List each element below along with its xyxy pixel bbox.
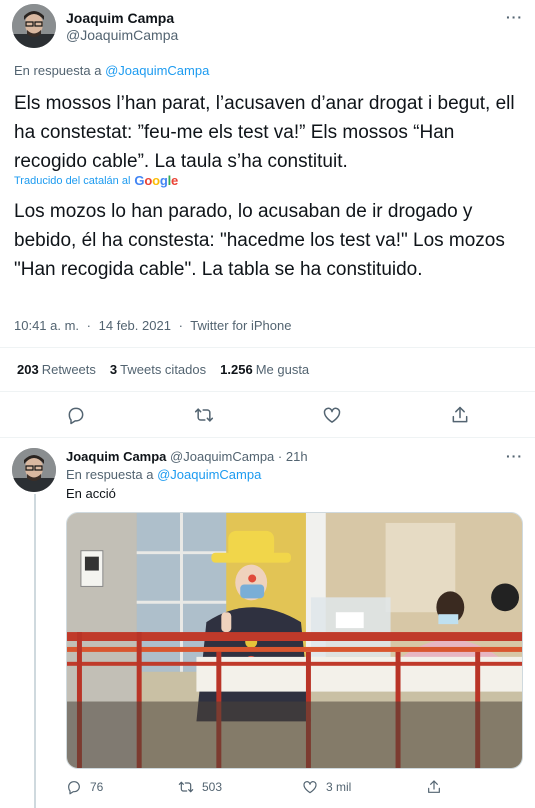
divider [0, 391, 535, 392]
reply-separator: · [277, 449, 283, 464]
like-count: 3 mil [326, 780, 352, 794]
reply-to-link[interactable]: @JoaquimCampa [157, 467, 261, 482]
translated-label[interactable]: Traducido del catalán al [14, 175, 130, 187]
translation-attribution: Traducido del catalán al Google [14, 173, 178, 188]
more-options-icon[interactable]: ··· [506, 9, 523, 25]
reply-reply-button[interactable]: 76 [66, 779, 103, 795]
reply-retweet-button[interactable]: 503 [178, 779, 222, 795]
reply-author-name[interactable]: Joaquim Campa [66, 449, 166, 464]
reply-author-avatar[interactable] [12, 448, 56, 492]
tweet-date[interactable]: 14 feb. 2021 [99, 318, 171, 333]
meta-separator: · [178, 318, 183, 333]
reply-count: 76 [90, 780, 104, 794]
reply-author-handle[interactable]: @JoaquimCampa [170, 449, 274, 464]
author-name[interactable]: Joaquim Campa [66, 10, 174, 26]
like-icon [302, 779, 318, 795]
tweet-text: Els mossos l’han parat, l’acusaven d’ana… [14, 93, 515, 172]
tweet-photo[interactable] [66, 512, 523, 769]
tweet-actions [0, 405, 535, 427]
author-avatar[interactable] [12, 4, 56, 48]
translation-text: Los mozos lo han parado, lo acusaban de … [14, 201, 505, 280]
tweet-time[interactable]: 10:41 a. m. [14, 318, 79, 333]
reply-like-button[interactable]: 3 mil [302, 779, 351, 795]
thread-line [34, 494, 36, 808]
replying-to: En respuesta a @JoaquimCampa [14, 63, 209, 78]
retweet-icon[interactable] [194, 405, 214, 425]
likes-stat[interactable]: 1.256 Me gusta [220, 362, 309, 377]
reply-time[interactable]: 21h [286, 449, 308, 464]
reply-share-button[interactable] [426, 779, 442, 795]
tweet-meta: 10:41 a. m. · 14 feb. 2021 · Twitter for… [14, 318, 291, 333]
google-logo: Google [134, 173, 179, 188]
retweets-stat[interactable]: 203 Retweets [17, 362, 96, 377]
reply-replying-to: En respuesta a @JoaquimCampa [66, 467, 261, 482]
reply-actions: 76 503 3 mil [66, 779, 523, 797]
reply-text: En acció [66, 486, 116, 501]
meta-separator: · [86, 318, 92, 333]
reply-icon[interactable] [66, 405, 86, 425]
tweet-stats: 203 Retweets 3 Tweets citados 1.256 Me gust… [17, 362, 309, 377]
divider [0, 437, 535, 438]
retweet-icon [178, 779, 194, 795]
tweet-source[interactable]: Twitter for iPhone [190, 318, 291, 333]
divider [0, 347, 535, 348]
share-icon [426, 779, 442, 795]
quotes-stat[interactable]: 3 Tweets citados [110, 362, 206, 377]
share-icon[interactable] [450, 405, 470, 425]
reply-to-link[interactable]: @JoaquimCampa [105, 63, 209, 78]
reply-prefix: En respuesta a [14, 63, 102, 78]
reply-header: Joaquim Campa @JoaquimCampa · 21h [66, 449, 308, 464]
reply-icon [66, 779, 82, 795]
retweet-count: 503 [202, 780, 223, 794]
author-handle[interactable]: @JoaquimCampa [66, 27, 178, 43]
reply-prefix: En respuesta a [66, 467, 154, 482]
like-icon[interactable] [322, 405, 342, 425]
reply-more-options-icon[interactable]: ··· [506, 448, 523, 464]
